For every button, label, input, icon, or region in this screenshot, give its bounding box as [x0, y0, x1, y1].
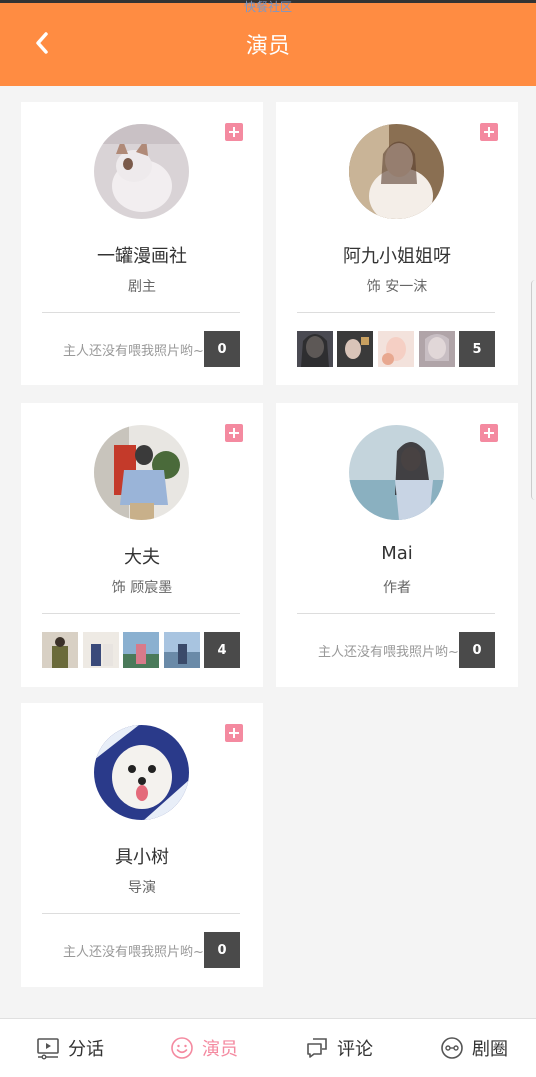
actor-card[interactable]: Mai 作者 主人还没有喂我照片哟~ 0 [276, 403, 518, 687]
actor-name: 阿九小姐姐呀 [343, 246, 451, 267]
comment-icon [307, 1038, 327, 1058]
top-header: 快餐社区 演员 [0, 0, 536, 86]
divider [42, 312, 240, 313]
add-photo-button[interactable] [225, 424, 243, 442]
actor-name: 具小树 [115, 847, 169, 868]
photo-count[interactable]: 0 [459, 632, 495, 668]
smiley-icon [171, 1037, 193, 1059]
actor-name: 大夫 [124, 547, 160, 568]
avatar[interactable] [349, 425, 444, 520]
photo-thumbnail[interactable] [337, 331, 373, 367]
actor-role: 剧主 [128, 279, 156, 295]
divider [297, 312, 495, 313]
photo-thumbnail[interactable] [297, 331, 333, 367]
tab-label: 剧圈 [472, 1039, 508, 1060]
tab-episodes[interactable]: 分话 [36, 1019, 104, 1077]
photo-count[interactable]: 0 [204, 331, 240, 367]
tab-actors[interactable]: 演员 [170, 1019, 238, 1077]
actor-card[interactable]: 具小树 导演 主人还没有喂我照片哟~ 0 [21, 703, 263, 987]
tab-comments[interactable]: 评论 [305, 1019, 373, 1077]
page-title: 演员 [245, 34, 290, 59]
edge-handle[interactable] [531, 280, 536, 500]
photo-count[interactable]: 5 [459, 331, 495, 367]
photo-thumbnail[interactable] [123, 632, 159, 668]
no-photo-message: 主人还没有喂我照片哟~ [63, 344, 204, 359]
tab-circle[interactable]: 剧圈 [440, 1019, 508, 1077]
bottom-tab-bar: 分话 演员 评论 剧圈 [0, 1018, 536, 1077]
tab-label: 分话 [68, 1039, 104, 1060]
actor-name: 一罐漫画社 [97, 246, 187, 267]
no-photo-message: 主人还没有喂我照片哟~ [63, 945, 204, 960]
photo-thumbnail[interactable] [419, 331, 455, 367]
tab-label: 演员 [202, 1039, 238, 1060]
add-photo-button[interactable] [480, 424, 498, 442]
photo-count[interactable]: 0 [204, 932, 240, 968]
actor-role: 作者 [383, 580, 411, 596]
actor-card[interactable]: 一罐漫画社 剧主 主人还没有喂我照片哟~ 0 [21, 102, 263, 385]
status-text: 快餐社区 [243, 0, 292, 14]
circle-face-icon [441, 1037, 463, 1059]
actor-card[interactable]: 大夫 饰 顾宸墨 4 [21, 403, 263, 687]
avatar[interactable] [349, 124, 444, 219]
add-photo-button[interactable] [225, 123, 243, 141]
actor-name: Mai [381, 543, 413, 564]
actor-role: 饰 安一沫 [366, 279, 428, 295]
photo-thumbnail[interactable] [42, 632, 78, 668]
avatar[interactable] [94, 425, 189, 520]
photo-thumbnail[interactable] [164, 632, 200, 668]
divider [42, 913, 240, 914]
add-photo-button[interactable] [225, 724, 243, 742]
add-photo-button[interactable] [480, 123, 498, 141]
actor-role: 饰 顾宸墨 [111, 580, 173, 596]
video-list-icon [37, 1038, 59, 1060]
divider [42, 613, 240, 614]
photo-count[interactable]: 4 [204, 632, 240, 668]
avatar[interactable] [94, 725, 189, 820]
actor-card[interactable]: 阿九小姐姐呀 饰 安一沫 5 [276, 102, 518, 385]
tab-label: 评论 [337, 1039, 373, 1060]
divider [297, 613, 495, 614]
no-photo-message: 主人还没有喂我照片哟~ [318, 645, 459, 660]
photo-thumbnail[interactable] [83, 632, 119, 668]
photo-thumbnail[interactable] [378, 331, 414, 367]
avatar[interactable] [94, 124, 189, 219]
actor-role: 导演 [128, 880, 156, 896]
